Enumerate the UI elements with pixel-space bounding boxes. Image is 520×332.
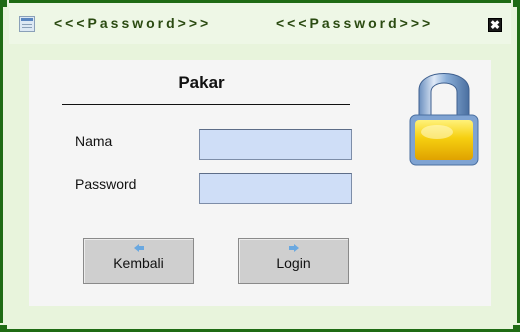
arrow-left-icon [133,244,144,252]
window-title-right: <<<Password>>> [276,15,434,31]
kembali-label: Kembali [113,255,164,271]
window-icon[interactable] [19,16,35,32]
close-button[interactable]: ✖ [488,18,502,32]
heading-divider [62,104,350,105]
login-button[interactable]: Login [238,238,349,284]
frame-corner-bottom-right [513,325,520,332]
window-title-left: <<<Password>>> [54,15,212,31]
login-label: Login [276,255,311,271]
padlock-icon [409,73,479,166]
frame-left [0,0,9,332]
arrow-right-icon [288,244,299,252]
frame-bottom [0,323,520,332]
frame-corner-top-right [513,0,520,7]
form-heading: Pakar [178,73,225,92]
frame-right [511,0,520,332]
close-icon: ✖ [489,18,501,32]
nama-label: Nama [75,133,113,149]
nama-input[interactable] [199,129,352,160]
frame-corner-bottom-left [0,325,7,332]
kembali-button[interactable]: Kembali [83,238,194,284]
login-window: <<<Password>>> <<<Password>>> ✖ Pakar Na… [0,0,520,332]
password-input[interactable] [199,173,352,204]
frame-corner-top-left [0,0,7,7]
title-bar[interactable]: <<<Password>>> <<<Password>>> ✖ [0,0,520,47]
password-label: Password [75,176,137,192]
